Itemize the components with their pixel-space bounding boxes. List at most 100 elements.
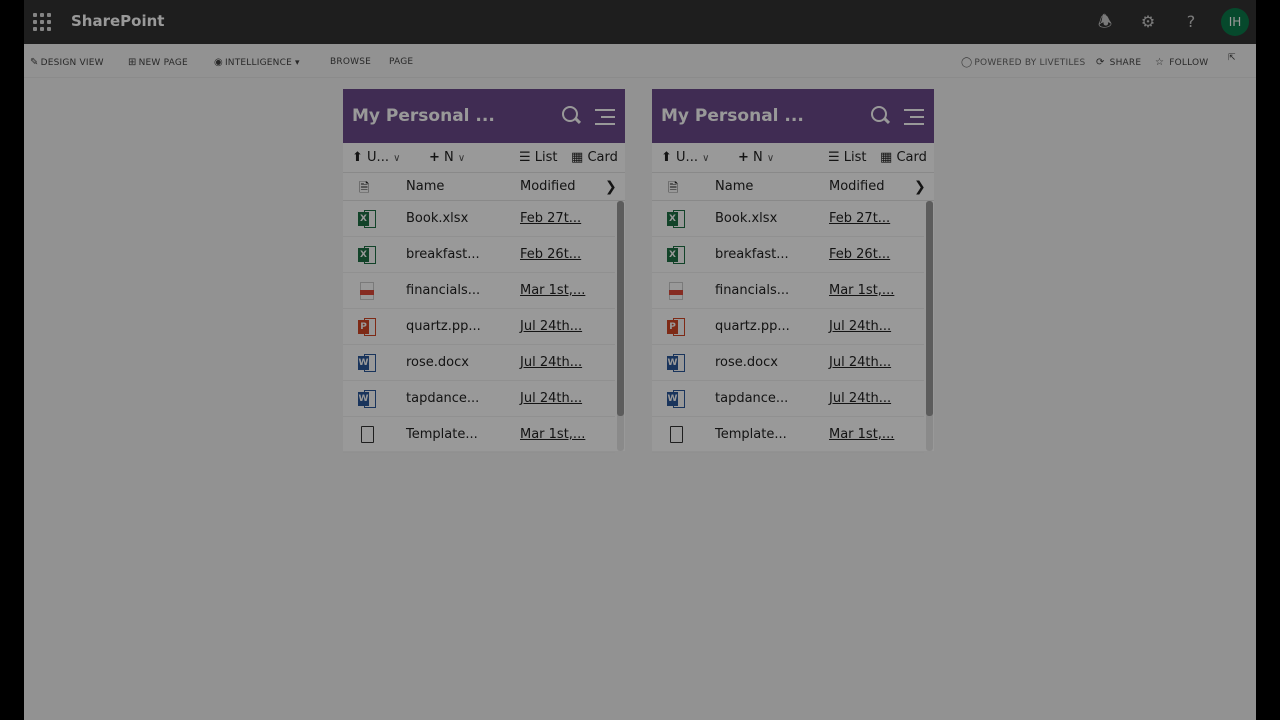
- card-view-button[interactable]: ▦ Card: [571, 150, 618, 165]
- scrollbar[interactable]: [926, 201, 933, 451]
- intelligence-dropdown[interactable]: ◉ INTELLIGENCE ▾: [214, 57, 300, 68]
- powered-by-label: POWERED BY LIVETILES: [974, 58, 1086, 68]
- file-name[interactable]: rose.docx: [406, 355, 469, 370]
- share-icon: ⟳: [1096, 57, 1105, 68]
- scrollbar[interactable]: [617, 201, 624, 451]
- card-view-button[interactable]: ▦ Card: [880, 150, 927, 165]
- file-name[interactable]: tapdance...: [715, 391, 788, 406]
- bell-icon[interactable]: 🕭: [1095, 12, 1115, 32]
- file-name[interactable]: breakfast...: [406, 247, 480, 262]
- file-row[interactable]: X Book.xlsx Feb 27t...: [343, 201, 615, 237]
- upload-label: U...: [676, 150, 698, 165]
- file-modified[interactable]: Mar 1st,...: [520, 427, 585, 442]
- column-modified[interactable]: Modified: [829, 179, 884, 194]
- file-name[interactable]: financials...: [406, 283, 480, 298]
- menu-icon[interactable]: [595, 109, 615, 125]
- file-modified[interactable]: Jul 24th...: [520, 391, 582, 406]
- powerpoint-file-icon: P: [667, 318, 685, 336]
- command-bar: ✎ DESIGN VIEW ⊞ NEW PAGE ◉ INTELLIGENCE ▾ B…: [24, 44, 1256, 78]
- file-modified[interactable]: Jul 24th...: [520, 319, 582, 334]
- panel-title: My Personal ...: [352, 106, 495, 126]
- scrollbar-thumb[interactable]: [926, 201, 933, 416]
- new-button[interactable]: + N ∨: [429, 150, 465, 165]
- file-row[interactable]: financials... Mar 1st,...: [343, 273, 615, 309]
- file-modified[interactable]: Mar 1st,...: [829, 427, 894, 442]
- help-icon[interactable]: ?: [1181, 12, 1201, 32]
- file-modified[interactable]: Jul 24th...: [829, 355, 891, 370]
- caret-down-icon: ▾: [295, 58, 300, 68]
- file-row[interactable]: X Book.xlsx Feb 27t...: [652, 201, 924, 237]
- gear-icon[interactable]: ⚙: [1138, 12, 1158, 32]
- chevron-right-icon[interactable]: ❯: [605, 179, 617, 195]
- list-view-button[interactable]: ☰ List: [519, 150, 558, 165]
- file-name[interactable]: quartz.pp...: [406, 319, 481, 334]
- file-row[interactable]: financials... Mar 1st,...: [652, 273, 924, 309]
- file-type-icon[interactable]: 🗎: [359, 179, 369, 201]
- file-modified[interactable]: Mar 1st,...: [520, 283, 585, 298]
- word-file-icon: W: [358, 354, 376, 372]
- follow-button[interactable]: ☆ FOLLOW: [1155, 57, 1208, 68]
- new-button[interactable]: + N ∨: [738, 150, 774, 165]
- focus-mode-icon[interactable]: ⇱: [1228, 53, 1236, 63]
- file-row[interactable]: Xbreakfast... Feb 26t...: [343, 237, 615, 273]
- column-name[interactable]: Name: [715, 179, 753, 194]
- file-modified[interactable]: Feb 27t...: [829, 211, 890, 226]
- suite-bar: SharePoint 🕭 ⚙ ? IH: [24, 0, 1256, 44]
- file-name[interactable]: Book.xlsx: [715, 211, 777, 226]
- follow-label: FOLLOW: [1169, 58, 1209, 68]
- file-row[interactable]: Wrose.docx Jul 24th...: [652, 345, 924, 381]
- card-icon: ▦: [880, 150, 893, 165]
- page-tab[interactable]: PAGE: [389, 57, 413, 67]
- upload-button[interactable]: ⬆ U... ∨: [352, 150, 400, 165]
- search-icon[interactable]: [871, 106, 891, 126]
- column-name[interactable]: Name: [406, 179, 444, 194]
- file-name[interactable]: tapdance...: [406, 391, 479, 406]
- file-modified[interactable]: Feb 27t...: [520, 211, 581, 226]
- file-type-icon[interactable]: 🗎: [668, 179, 678, 201]
- file-modified[interactable]: Jul 24th...: [520, 355, 582, 370]
- file-modified[interactable]: Feb 26t...: [520, 247, 581, 262]
- chevron-right-icon[interactable]: ❯: [914, 179, 926, 195]
- list-view-button[interactable]: ☰ List: [828, 150, 867, 165]
- share-label: SHARE: [1109, 58, 1142, 68]
- panel-header: My Personal ...: [343, 89, 625, 143]
- list-label: List: [534, 150, 558, 165]
- file-name[interactable]: Template...: [715, 427, 787, 442]
- file-name[interactable]: rose.docx: [715, 355, 778, 370]
- file-row[interactable]: Template... Mar 1st,...: [652, 417, 924, 453]
- file-row[interactable]: Wtapdance... Jul 24th...: [343, 381, 615, 417]
- file-modified[interactable]: Feb 26t...: [829, 247, 890, 262]
- file-row[interactable]: Wrose.docx Jul 24th...: [343, 345, 615, 381]
- file-row[interactable]: Template... Mar 1st,...: [343, 417, 615, 453]
- file-row[interactable]: Xbreakfast... Feb 26t...: [652, 237, 924, 273]
- avatar[interactable]: IH: [1221, 8, 1249, 36]
- word-file-icon: W: [358, 390, 376, 408]
- app-title[interactable]: SharePoint: [71, 12, 164, 30]
- share-button[interactable]: ⟳ SHARE: [1096, 57, 1141, 68]
- menu-icon[interactable]: [904, 109, 924, 125]
- chevron-down-icon: ∨: [766, 153, 775, 164]
- file-name[interactable]: financials...: [715, 283, 789, 298]
- file-name[interactable]: Book.xlsx: [406, 211, 468, 226]
- browse-tab[interactable]: BROWSE: [330, 57, 371, 67]
- design-view-button[interactable]: ✎ DESIGN VIEW: [30, 57, 104, 68]
- file-modified[interactable]: Jul 24th...: [829, 391, 891, 406]
- new-page-button[interactable]: ⊞ NEW PAGE: [128, 57, 188, 68]
- column-modified[interactable]: Modified: [520, 179, 575, 194]
- file-row[interactable]: Pquartz.pp... Jul 24th...: [652, 309, 924, 345]
- waffle-icon[interactable]: [33, 13, 51, 31]
- file-name[interactable]: Template...: [406, 427, 478, 442]
- file-name[interactable]: breakfast...: [715, 247, 789, 262]
- file-row[interactable]: Pquartz.pp... Jul 24th...: [343, 309, 615, 345]
- file-modified[interactable]: Jul 24th...: [829, 319, 891, 334]
- file-name[interactable]: quartz.pp...: [715, 319, 790, 334]
- powered-by-link[interactable]: ◯ POWERED BY LIVETILES: [961, 57, 1085, 68]
- scrollbar-thumb[interactable]: [617, 201, 624, 416]
- file-row[interactable]: Wtapdance... Jul 24th...: [652, 381, 924, 417]
- chevron-down-icon: ∨: [457, 153, 466, 164]
- globe-icon: ◉: [214, 57, 223, 68]
- file-modified[interactable]: Mar 1st,...: [829, 283, 894, 298]
- upload-button[interactable]: ⬆ U... ∨: [661, 150, 709, 165]
- search-icon[interactable]: [562, 106, 582, 126]
- card-label: Card: [587, 150, 618, 165]
